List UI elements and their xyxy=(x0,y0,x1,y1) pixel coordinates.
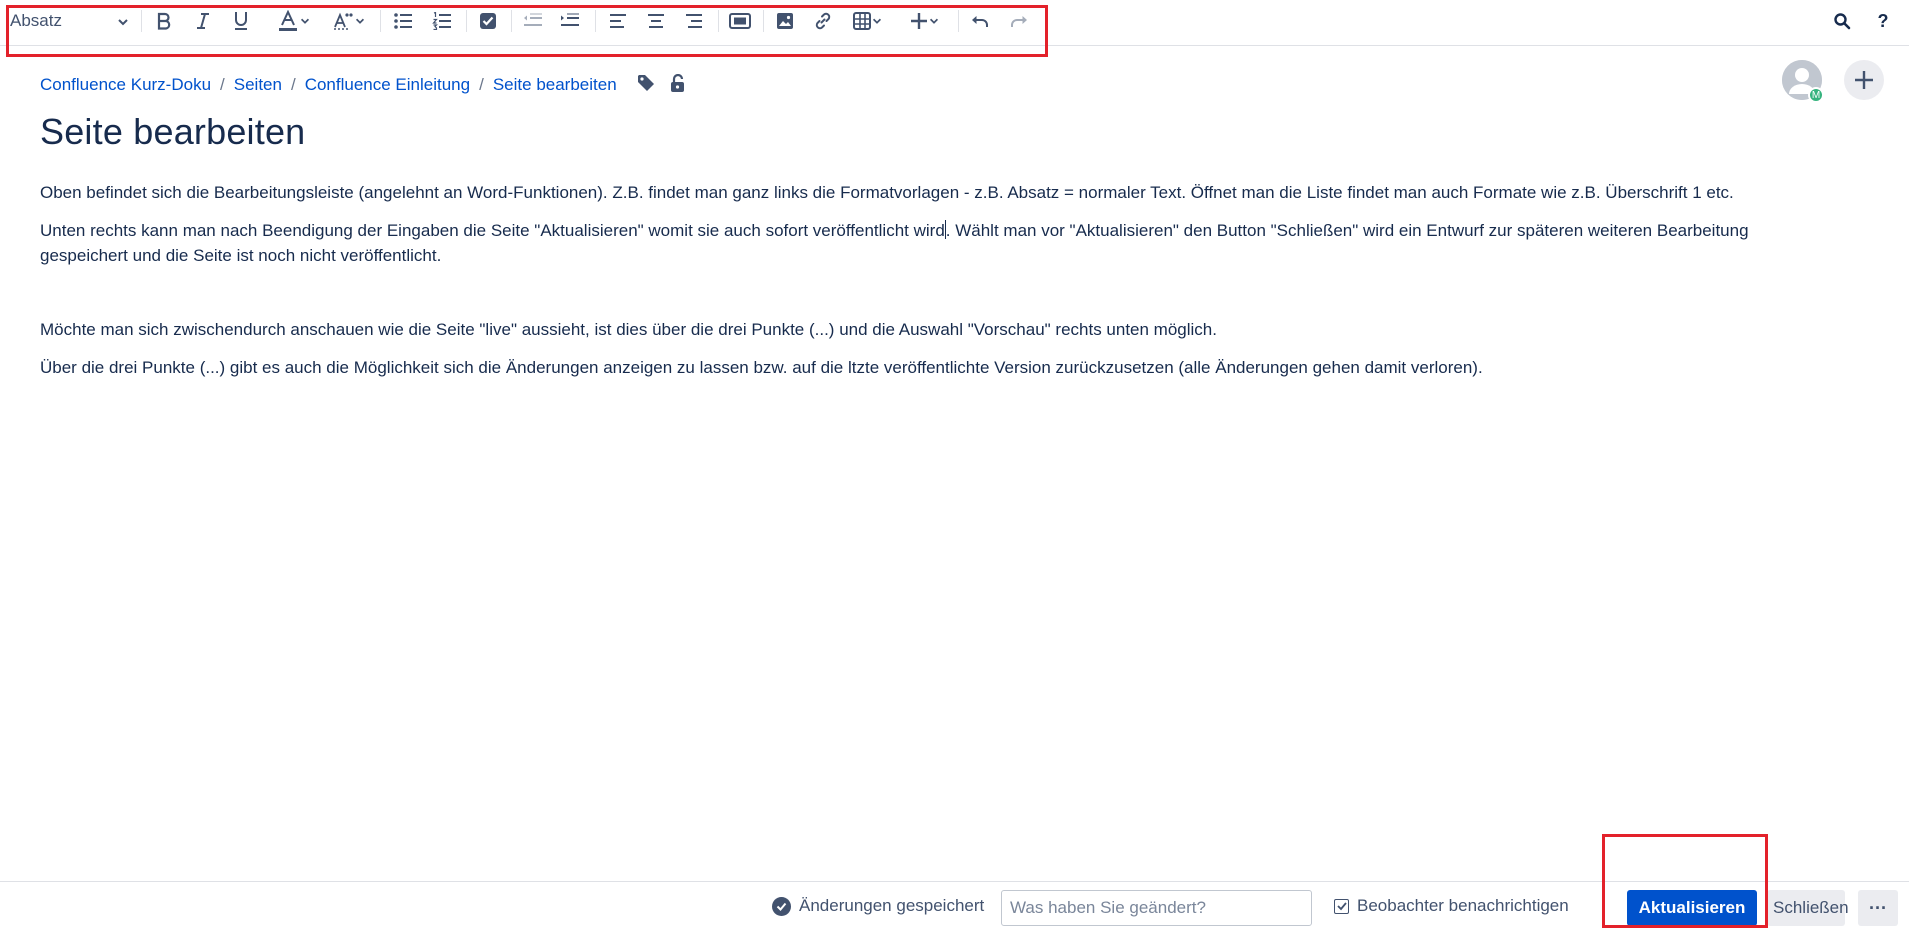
breadcrumb-item-current-page[interactable]: Seite bearbeiten xyxy=(493,75,617,95)
update-button-highlight-box xyxy=(1602,834,1768,928)
breadcrumb-separator: / xyxy=(479,75,484,94)
presence-badge: M xyxy=(1808,87,1824,103)
search-icon xyxy=(1834,13,1851,30)
breadcrumb-item-parent-page[interactable]: Confluence Einleitung xyxy=(305,75,470,95)
paragraph-text: Unten rechts kann man nach Beendigung de… xyxy=(40,221,945,240)
paragraph: Über die drei Punkte (...) gibt es auch … xyxy=(40,358,1483,377)
editor-content[interactable]: Oben befindet sich die Bearbeitungsleist… xyxy=(40,180,1820,393)
notify-watchers-checkbox[interactable]: Beobachter benachrichtigen xyxy=(1334,896,1569,916)
unlock-icon[interactable] xyxy=(669,73,687,97)
save-status: Änderungen gespeichert xyxy=(772,896,984,916)
close-button[interactable]: Schließen xyxy=(1767,890,1849,926)
version-comment-input[interactable] xyxy=(1001,890,1312,926)
breadcrumb-item-pages[interactable]: Seiten xyxy=(234,75,282,95)
paragraph: Möchte man sich zwischendurch anschauen … xyxy=(40,320,1217,339)
label-tag-icon[interactable] xyxy=(637,74,655,97)
checkbox-checked-icon xyxy=(1334,898,1349,914)
find-replace-button[interactable] xyxy=(1829,7,1855,35)
save-status-label: Änderungen gespeichert xyxy=(799,896,985,915)
page-title[interactable]: Seite bearbeiten xyxy=(40,111,305,153)
breadcrumb: Confluence Kurz-Doku / Seiten / Confluen… xyxy=(40,73,687,97)
help-button[interactable]: ? xyxy=(1870,7,1896,35)
toolbar-highlight-box xyxy=(6,5,1048,57)
paragraph: Unten rechts kann man nach Beendigung de… xyxy=(40,218,1820,268)
notify-watchers-label: Beobachter benachrichtigen xyxy=(1357,896,1569,915)
breadcrumb-separator: / xyxy=(220,75,225,94)
invite-collaborator-button[interactable] xyxy=(1844,60,1884,100)
check-circle-icon xyxy=(772,896,791,916)
breadcrumb-separator: / xyxy=(290,75,296,94)
more-actions-button[interactable]: ··· xyxy=(1858,890,1898,926)
breadcrumb-item-space[interactable]: Confluence Kurz-Doku xyxy=(40,75,211,95)
paragraph: Oben befindet sich die Bearbeitungsleist… xyxy=(40,183,1734,202)
plus-icon xyxy=(1855,71,1873,89)
help-icon: ? xyxy=(1877,10,1889,31)
